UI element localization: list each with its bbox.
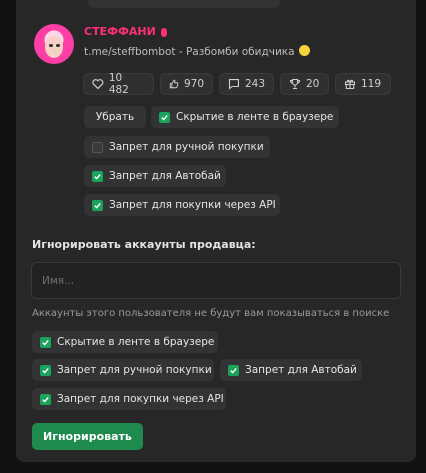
check-icon (42, 367, 49, 374)
stat-messages-value: 243 (244, 78, 265, 90)
heart-icon (92, 79, 104, 90)
username-link[interactable]: СТЕФФАНИ (84, 25, 156, 38)
top-stub-button[interactable] (88, 0, 280, 8)
avatar[interactable] (34, 24, 74, 64)
gift-icon (344, 79, 356, 90)
checkbox-checked[interactable] (92, 199, 103, 211)
check-icon (42, 339, 49, 346)
ignore-block-api-toggle[interactable]: Запрет для покупки через API (32, 388, 226, 410)
check-icon (94, 202, 101, 209)
stat-trophies[interactable]: 20 (280, 73, 329, 95)
checkbox-checked[interactable] (40, 364, 51, 376)
ignore-block-manual-label: Запрет для ручной покупки (57, 364, 212, 376)
check-icon (94, 173, 101, 180)
remove-button-label: Убрать (95, 111, 135, 123)
stat-thumbs-value: 970 (183, 78, 204, 90)
bio-line: t.me/steffbombot - Разбомби обидчика (84, 45, 310, 58)
check-icon (161, 114, 168, 121)
ignore-block-api-label: Запрет для покупки через API (57, 393, 224, 405)
block-api-toggle[interactable]: Запрет для покупки через API (84, 194, 280, 216)
stat-messages[interactable]: 243 (219, 73, 274, 95)
checkbox-checked[interactable] (40, 336, 51, 348)
checkbox-unchecked[interactable] (92, 141, 103, 153)
stat-likes[interactable]: 10 482 (83, 72, 154, 96)
checkbox-checked[interactable] (92, 170, 103, 182)
stat-gifts-value: 119 (361, 78, 382, 90)
avatar-eye (56, 44, 60, 47)
checkbox-checked[interactable] (159, 111, 170, 123)
check-icon (42, 396, 49, 403)
ignore-block-autobuy-label: Запрет для Автобай (245, 364, 357, 376)
bio-text: t.me/steffbombot - Разбомби обидчика (84, 46, 295, 58)
emoji-icon (298, 45, 310, 56)
ignore-button[interactable]: Игнорировать (32, 423, 143, 450)
ignore-hide-feed-label: Скрытие в ленте в браузере (57, 336, 215, 348)
block-api-label: Запрет для покупки через API (109, 199, 276, 211)
ignore-block-manual-toggle[interactable]: Запрет для ручной покупки (32, 359, 214, 381)
checkbox-checked[interactable] (40, 393, 51, 405)
ignore-block-autobuy-toggle[interactable]: Запрет для Автобай (220, 359, 362, 381)
check-icon (230, 367, 237, 374)
block-autobuy-toggle[interactable]: Запрет для Автобай (84, 165, 226, 187)
remove-button[interactable]: Убрать (84, 106, 146, 128)
hide-feed-toggle[interactable]: Скрытие в ленте в браузере (151, 106, 339, 128)
avatar-eye (49, 44, 53, 47)
message-icon (228, 78, 240, 90)
hide-feed-label: Скрытие в ленте в браузере (176, 111, 334, 123)
section-title: Игнорировать аккаунты продавца: (32, 238, 256, 251)
ignore-hide-feed-toggle[interactable]: Скрытие в ленте в браузере (32, 331, 218, 353)
block-manual-label: Запрет для ручной покупки (109, 141, 264, 153)
avatar-face (45, 36, 63, 58)
stat-gifts[interactable]: 119 (335, 73, 391, 95)
thumbs-up-icon (169, 79, 179, 89)
seller-name-input[interactable] (31, 262, 401, 299)
stat-trophies-value: 20 (306, 78, 320, 90)
stat-likes-value: 10 482 (108, 72, 129, 96)
hint-text: Аккаунты этого пользователя не будут вам… (32, 308, 390, 319)
checkbox-checked[interactable] (228, 364, 239, 376)
block-autobuy-label: Запрет для Автобай (109, 170, 221, 182)
stat-thumbs[interactable]: 970 (160, 73, 213, 95)
drop-icon (160, 27, 167, 37)
trophy-icon (289, 78, 301, 90)
block-manual-toggle[interactable]: Запрет для ручной покупки (84, 136, 270, 158)
username-line: СТЕФФАНИ (84, 25, 167, 38)
